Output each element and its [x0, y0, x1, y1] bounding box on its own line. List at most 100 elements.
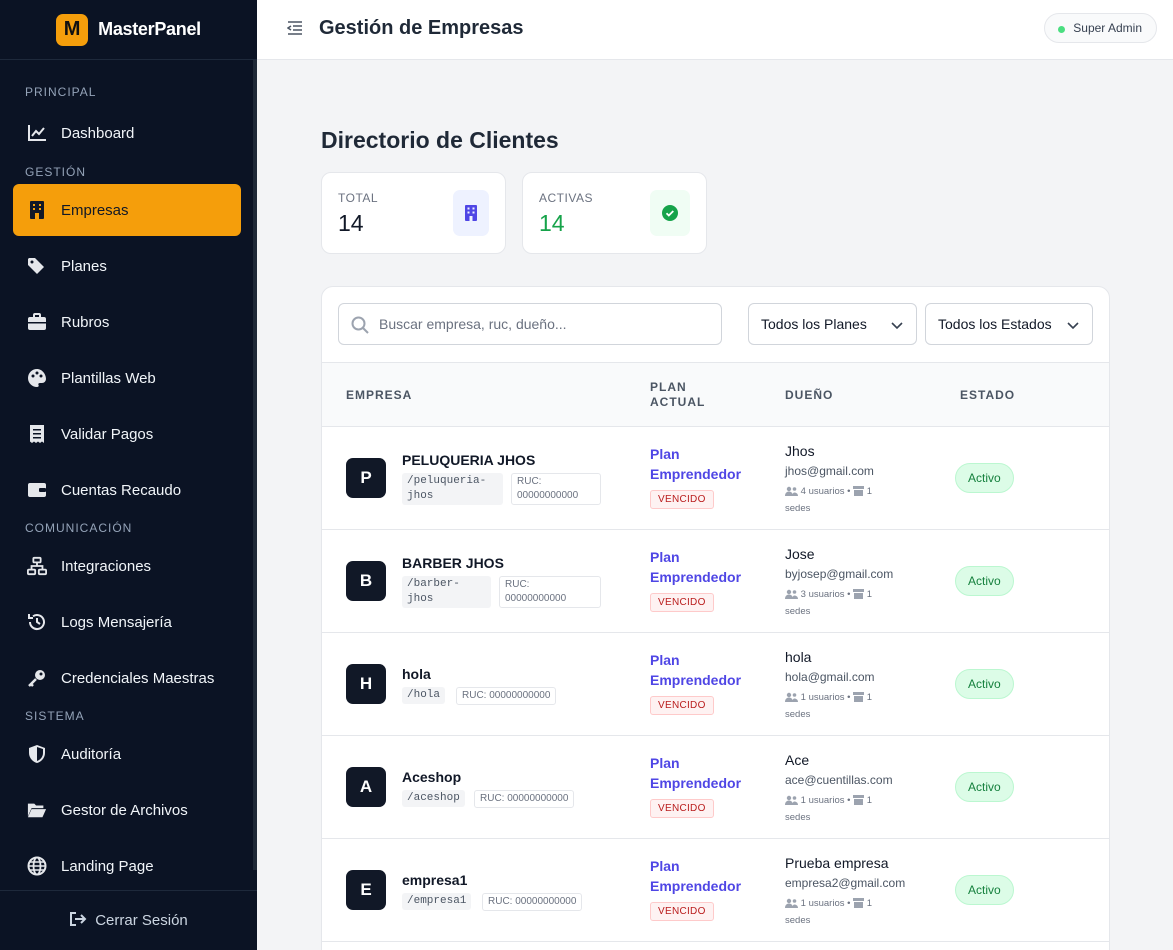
chart-line-icon: [27, 123, 47, 143]
company-name: empresa1: [402, 872, 468, 888]
building-icon: [453, 190, 489, 236]
sidebar-item-empresas[interactable]: Empresas: [13, 184, 241, 236]
companies-table: Todos los Planes Todos los Estados EMPRE…: [321, 286, 1110, 950]
sidebar-item-label: Empresas: [61, 201, 129, 219]
plan-name[interactable]: Plan Emprendedor: [650, 856, 750, 896]
users-icon: [785, 589, 798, 604]
ruc-line: RUC:: [517, 476, 542, 487]
plan-line: Emprendedor: [650, 878, 742, 894]
users-count: 1 usuarios: [800, 898, 845, 909]
sidebar-item-credenciales-maestras[interactable]: Credenciales Maestras: [13, 652, 241, 704]
column-header-estado[interactable]: ESTADO: [960, 388, 1015, 403]
sidebar-item-dashboard[interactable]: Dashboard: [13, 107, 241, 159]
sidebar-item-label: Integraciones: [61, 557, 152, 575]
network-icon: [27, 556, 47, 576]
menu-collapse-icon[interactable]: [286, 20, 305, 38]
sidebar-item-label: Auditoría: [61, 745, 122, 763]
company-ruc: RUC: 00000000000: [499, 576, 601, 608]
sidebar-item-label: Gestor de Archivos: [61, 801, 188, 819]
owner-email: ace@cuentillas.com: [785, 773, 893, 787]
sidebar-item-rubros[interactable]: Rubros: [13, 296, 241, 348]
store-icon: [853, 486, 865, 501]
history-icon: [27, 612, 47, 632]
sidebar-item-landing-page[interactable]: Landing Page: [13, 840, 241, 892]
sedes-count: 1: [866, 692, 873, 703]
wallet-icon: [27, 480, 47, 500]
plan-name[interactable]: Plan Emprendedor: [650, 444, 750, 484]
top-header: Gestión de Empresas Super Admin: [257, 0, 1173, 60]
role-label: Super Admin: [1073, 21, 1142, 35]
store-icon: [853, 589, 865, 604]
company-slug: /aceshop: [402, 790, 465, 807]
users-count: 3 usuarios: [800, 589, 845, 600]
users-count: 1 usuarios: [800, 795, 845, 806]
table-row[interactable]: H hola /hola RUC: 00000000000 Plan Empre…: [322, 633, 1109, 736]
company-meta: 4 usuarios • 1 sedes: [785, 484, 905, 516]
brand[interactable]: M MasterPanel: [0, 0, 257, 60]
company-ruc: RUC: 00000000000: [456, 687, 557, 705]
sidebar-item-validar-pagos[interactable]: Validar Pagos: [13, 408, 241, 460]
company-avatar: A: [346, 767, 386, 807]
plan-line: Emprendedor: [650, 775, 742, 791]
company-avatar: H: [346, 664, 386, 704]
sidebar-item-auditoria[interactable]: Auditoría: [13, 728, 241, 780]
sidebar-item-gestor-archivos[interactable]: Gestor de Archivos: [13, 784, 241, 836]
sidebar-item-label: Validar Pagos: [61, 425, 154, 443]
sidebar-item-cuentas-recaudo[interactable]: Cuentas Recaudo: [13, 464, 241, 516]
company-name: BARBER JHOS: [402, 555, 504, 571]
table-row[interactable]: B BARBER JHOS /barber- jhos RUC: 0000000…: [322, 530, 1109, 633]
table-row[interactable]: A Aceshop /aceshop RUC: 00000000000 Plan…: [322, 736, 1109, 839]
sedes-label: sedes: [785, 812, 811, 823]
company-slug: /barber- jhos: [402, 576, 491, 608]
logout-button[interactable]: Cerrar Sesión: [0, 890, 257, 950]
column-header-plan-actual[interactable]: PLAN ACTUAL: [650, 380, 705, 410]
plan-name[interactable]: Plan Emprendedor: [650, 650, 750, 690]
sedes-label: sedes: [785, 606, 811, 617]
chevron-down-icon: [890, 318, 904, 332]
search-input[interactable]: [379, 314, 709, 334]
brand-logo: M: [56, 13, 89, 46]
plan-line: Plan: [650, 446, 680, 462]
status-badge: Activo: [955, 566, 1014, 596]
sidebar-scrollbar[interactable]: [253, 60, 257, 870]
palette-icon: [27, 368, 47, 388]
users-icon: [785, 486, 798, 501]
slug-line: jhos: [407, 593, 434, 605]
plan-name[interactable]: Plan Emprendedor: [650, 753, 750, 793]
status-badge: Activo: [955, 772, 1014, 802]
owner-name: Ace: [785, 752, 810, 768]
sidebar: M MasterPanel PRINCIPAL Dashboard GESTIÓ…: [0, 0, 257, 950]
search-icon: [350, 315, 370, 335]
sidebar-item-plantillas-web[interactable]: Plantillas Web: [13, 352, 241, 404]
plan-line: Plan: [650, 858, 680, 874]
stat-card-activas: ACTIVAS 14: [522, 172, 707, 254]
plan-filter-value: Todos los Planes: [761, 316, 867, 332]
search-box[interactable]: [338, 303, 722, 345]
page-title: Gestión de Empresas: [319, 17, 524, 39]
company-avatar: B: [346, 561, 386, 601]
section-label-comunicacion: COMUNICACIÓN: [25, 521, 133, 535]
sidebar-item-planes[interactable]: Planes: [13, 240, 241, 292]
column-header-dueno[interactable]: DUEÑO: [785, 388, 833, 403]
status-filter-select[interactable]: Todos los Estados: [925, 303, 1093, 345]
briefcase-icon: [27, 312, 47, 332]
company-ruc: RUC: 00000000000: [511, 473, 601, 505]
sidebar-item-integraciones[interactable]: Integraciones: [13, 540, 241, 592]
sidebar-item-logs-mensajeria[interactable]: Logs Mensajería: [13, 596, 241, 648]
plan-filter-select[interactable]: Todos los Planes: [748, 303, 917, 345]
company-slug: /hola: [402, 687, 446, 704]
company-name: hola: [402, 666, 431, 682]
column-header-empresa[interactable]: EMPRESA: [346, 388, 412, 403]
stat-label: TOTAL: [338, 191, 379, 205]
sedes-count: 1: [866, 795, 873, 806]
plan-name[interactable]: Plan Emprendedor: [650, 547, 750, 587]
company-avatar: E: [346, 870, 386, 910]
ruc-line: 00000000000: [517, 490, 579, 501]
table-row[interactable]: E empresa1 /empresa1 RUC: 00000000000 Pl…: [322, 839, 1109, 942]
role-badge[interactable]: Super Admin: [1044, 13, 1157, 43]
sedes-label: sedes: [785, 915, 811, 926]
users-icon: [785, 692, 798, 707]
table-row[interactable]: P PELUQUERIA JHOS /peluqueria- jhos RUC:…: [322, 427, 1109, 530]
section-label-principal: PRINCIPAL: [25, 85, 97, 99]
plan-line: Plan: [650, 755, 680, 771]
